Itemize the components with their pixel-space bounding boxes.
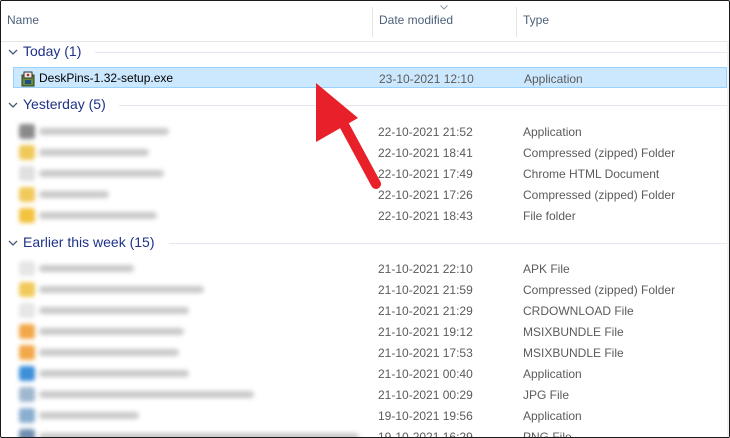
annotation-arrow-icon (316, 83, 381, 189)
